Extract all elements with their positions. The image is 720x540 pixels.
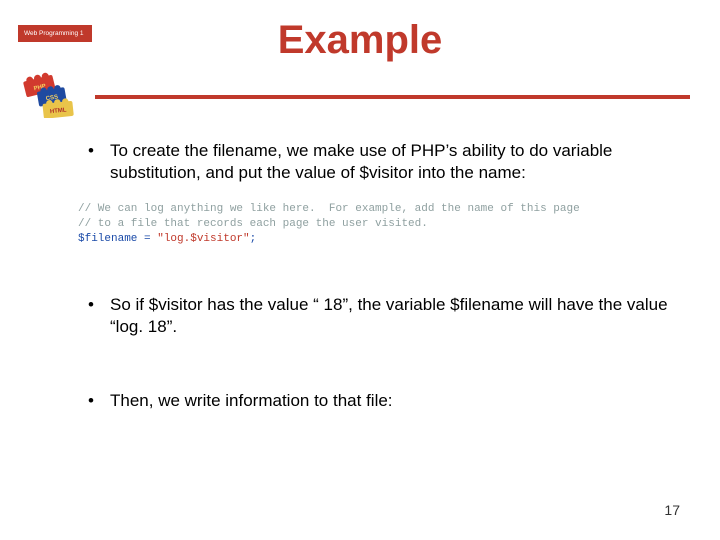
slide-title: Example <box>0 18 720 63</box>
title-divider <box>95 95 690 99</box>
lego-logo: PHP CSS HTML <box>14 58 84 118</box>
code-comment: // We can log anything we like here. For… <box>78 203 580 215</box>
slide: BIS1523 Web Programming 1 PHP CSS <box>0 0 720 540</box>
code-block: // We can log anything we like here. For… <box>78 202 580 247</box>
lego-logo-icon: PHP CSS HTML <box>14 58 84 118</box>
code-comment: // to a file that records each page the … <box>78 218 428 230</box>
bullet-item: Then, we write information to that file: <box>78 390 690 412</box>
bullet-list: To create the filename, we make use of P… <box>78 140 690 412</box>
slide-body: To create the filename, we make use of P… <box>78 140 690 464</box>
code-stmt-end: ; <box>250 233 257 245</box>
bullet-item: To create the filename, we make use of P… <box>78 140 690 184</box>
code-stmt-string: "log.$visitor" <box>157 233 249 245</box>
code-stmt-lhs: $filename = <box>78 233 157 245</box>
bullet-item: So if $visitor has the value “ 18”, the … <box>78 294 690 338</box>
page-number: 17 <box>664 502 680 518</box>
